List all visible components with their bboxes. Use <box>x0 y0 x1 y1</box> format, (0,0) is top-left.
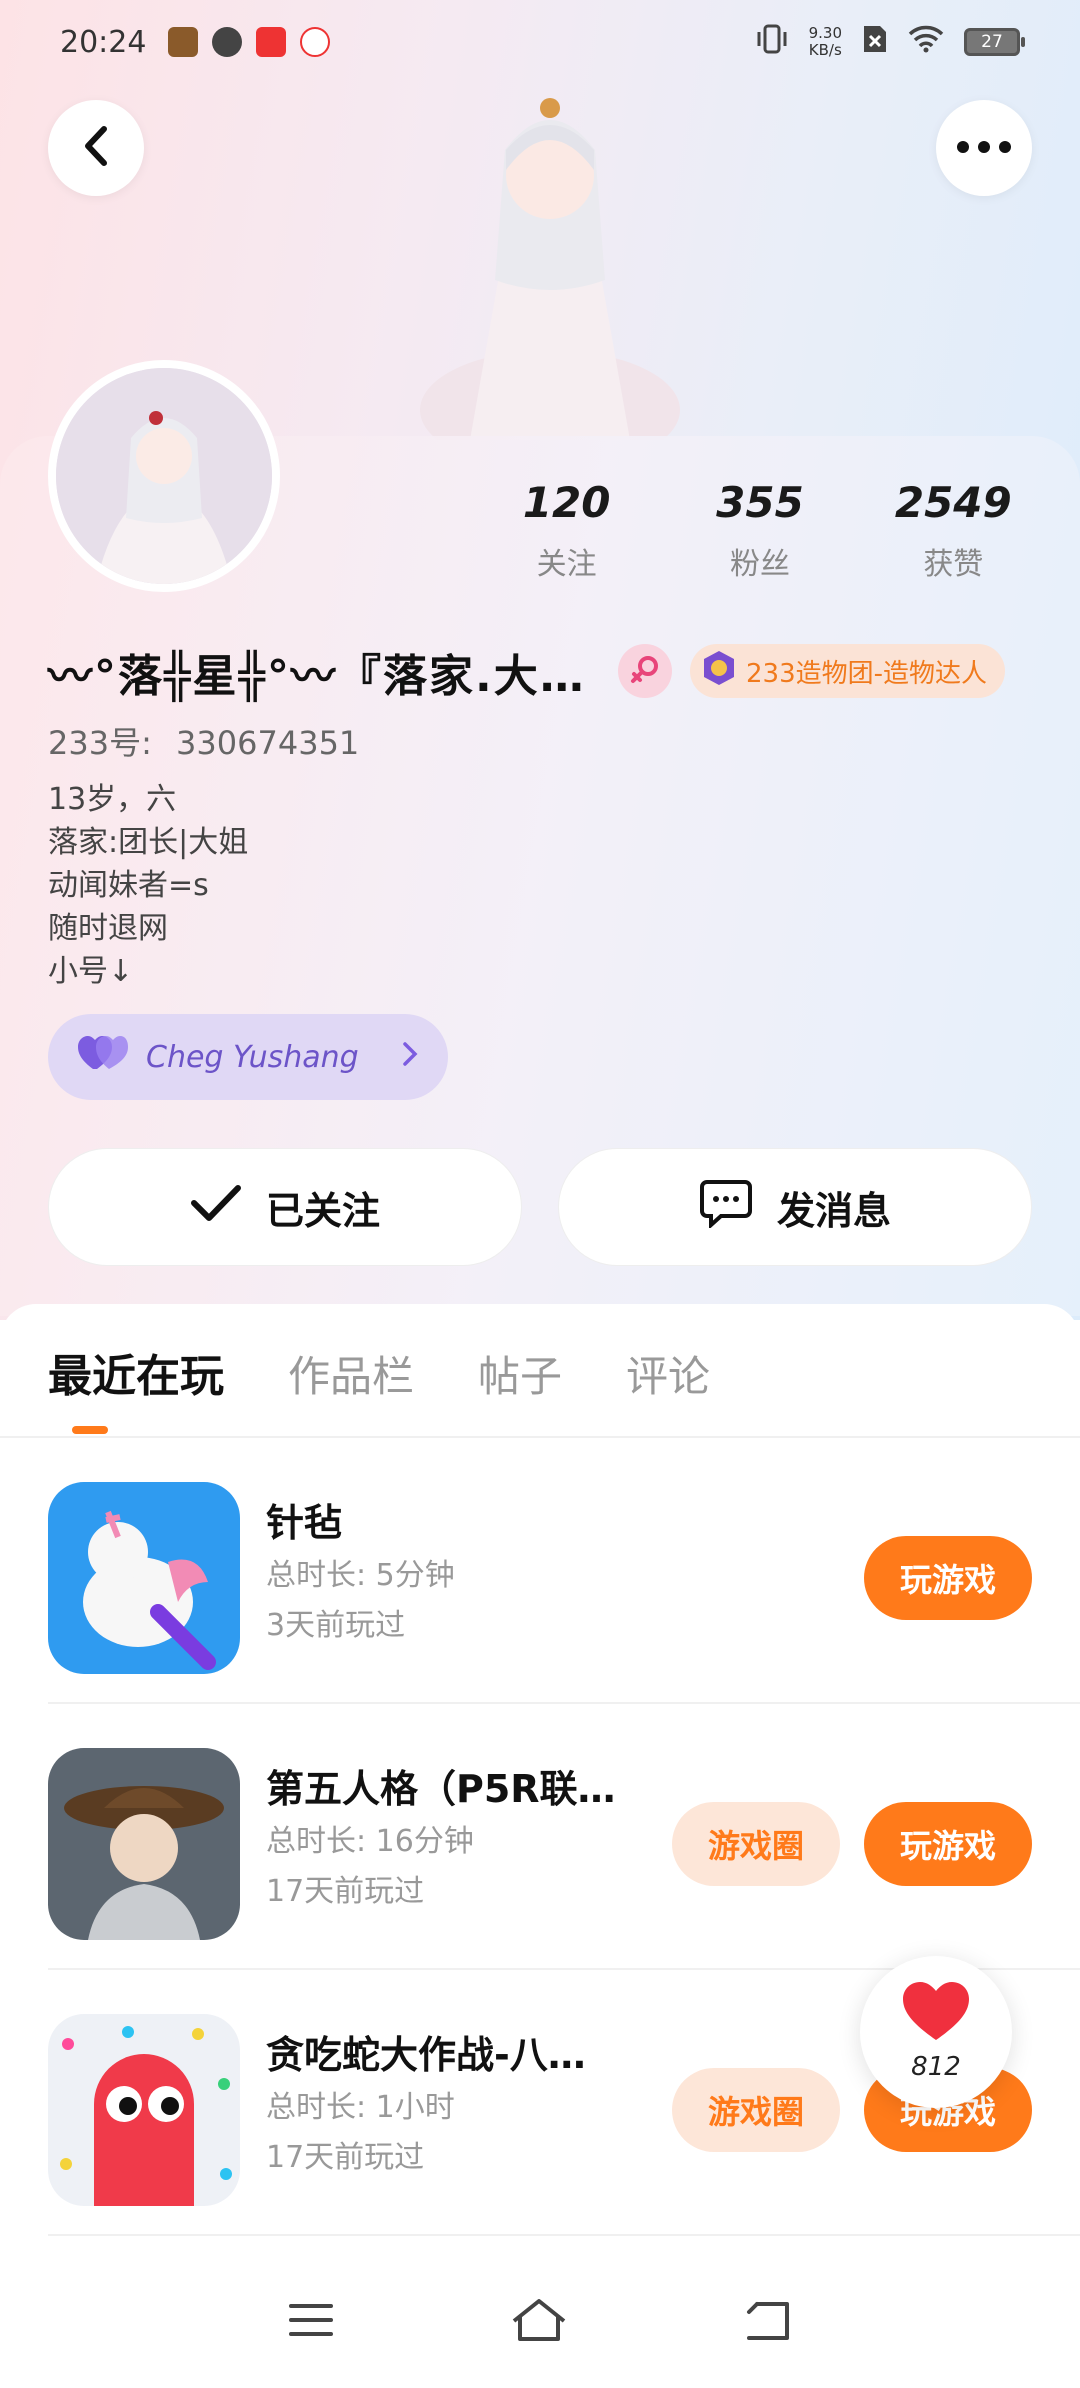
stat-likes[interactable]: 2549 获赞 <box>857 478 1050 583</box>
menu-icon[interactable] <box>287 2300 335 2344</box>
avatar[interactable] <box>48 360 280 592</box>
floating-like-button[interactable]: 812 <box>860 1956 1012 2108</box>
status-bar: 20:24 9.30 KB/s 27 <box>0 0 1080 84</box>
game-circle-button[interactable]: 游戏圈 <box>672 1802 840 1886</box>
follow-button[interactable]: 已关注 <box>48 1148 522 1266</box>
list-item[interactable]: 第五人格（P5R联… 总时长: 16分钟 17天前玩过 游戏圈 玩游戏 <box>0 1706 1080 1970</box>
news-app-icon <box>256 27 287 57</box>
list-item[interactable]: 针毡 总时长: 5分钟 3天前玩过 玩游戏 <box>0 1440 1080 1704</box>
game-icon-identity-v <box>48 1748 240 1940</box>
profile-stats: 120 关注 355 粉丝 2549 获赞 <box>470 478 1050 583</box>
back-nav-icon[interactable] <box>743 2298 793 2346</box>
notification-icons <box>168 27 331 57</box>
tab-recent-played[interactable]: 最近在玩 <box>48 1340 224 1404</box>
content-panel: 最近在玩 作品栏 帖子 评论 针毡 总时长: 5分钟 3天前玩过 玩游戏 第五人… <box>0 1304 1080 2304</box>
stat-value: 355 <box>716 478 804 527</box>
cp-relationship-button[interactable]: Cheg Yushang <box>48 1014 448 1100</box>
chevron-right-icon <box>402 1040 418 1075</box>
game-title: 贪吃蛇大作战-八… <box>266 2033 586 2077</box>
message-button-label: 发消息 <box>776 1188 891 1233</box>
tab-works[interactable]: 作品栏 <box>288 1343 414 1404</box>
more-dots-icon <box>956 139 1012 158</box>
tab-posts[interactable]: 帖子 <box>478 1343 562 1404</box>
net-speed-unit: KB/s <box>808 41 842 59</box>
stat-label: 粉丝 <box>729 547 790 582</box>
game-app-icon <box>168 27 199 57</box>
video-app-icon <box>212 27 243 57</box>
uid-value: 330674351 <box>176 724 360 762</box>
message-button[interactable]: 发消息 <box>558 1148 1032 1266</box>
tab-comments[interactable]: 评论 <box>626 1343 710 1404</box>
title-badge-text: 233造物团-造物达人 <box>746 658 988 689</box>
double-heart-icon <box>78 1035 128 1079</box>
active-tab-indicator <box>72 1426 108 1434</box>
system-nav-bar <box>0 2256 1080 2388</box>
title-badge[interactable]: 233造物团-造物达人 <box>690 644 1006 698</box>
like-count: 812 <box>911 2052 961 2082</box>
game-title: 第五人格（P5R联… <box>266 1767 616 1811</box>
game-title: 针毡 <box>266 1501 343 1545</box>
no-sim-icon <box>862 24 888 60</box>
home-icon[interactable] <box>510 2297 568 2347</box>
play-game-button[interactable]: 玩游戏 <box>864 1802 1032 1886</box>
game-icon-needle-felt <box>48 1482 240 1674</box>
game-icon-snake <box>48 2014 240 2206</box>
heart-icon <box>903 1982 969 2046</box>
chevron-left-icon <box>82 125 110 171</box>
stat-value: 2549 <box>894 478 1012 527</box>
cp-name: Cheg Yushang <box>146 1039 359 1075</box>
badge-medal-icon <box>700 649 738 694</box>
game-circle-button[interactable]: 游戏圈 <box>672 2068 840 2152</box>
status-right: 9.30 KB/s 27 <box>755 24 1025 60</box>
nickname: 〰°落╬星╬°〰『落家.大… <box>48 651 586 702</box>
bio-text: 13岁，六 落家:团长|大姐 动闻妹者=s 随时退网 小号↓ <box>48 782 249 989</box>
uid-label: 233号: <box>48 724 152 762</box>
more-button[interactable] <box>936 100 1032 196</box>
net-speed: 9.30 KB/s <box>809 25 842 59</box>
game-last-played: 3天前玩过 <box>266 1608 406 1643</box>
user-id: 233号: 330674351 <box>48 718 359 764</box>
profile-tabs: 最近在玩 作品栏 帖子 评论 <box>48 1340 710 1404</box>
stat-followers[interactable]: 355 粉丝 <box>663 478 856 583</box>
checkmark-icon <box>190 1183 242 1232</box>
back-button[interactable] <box>48 100 144 196</box>
stat-label: 关注 <box>536 547 597 582</box>
stat-value: 120 <box>522 478 611 527</box>
stat-following[interactable]: 120 关注 <box>470 478 663 583</box>
net-speed-value: 9.30 <box>808 24 842 42</box>
game-duration: 总时长: 1小时 <box>266 2090 455 2125</box>
tabs-divider <box>0 1436 1080 1438</box>
follow-button-label: 已关注 <box>265 1188 380 1233</box>
game-last-played: 17天前玩过 <box>266 2140 425 2175</box>
play-game-button[interactable]: 玩游戏 <box>864 1536 1032 1620</box>
divider <box>48 2234 1080 2236</box>
stat-label: 获赞 <box>923 547 984 582</box>
status-time: 20:24 <box>60 24 147 60</box>
game-last-played: 17天前玩过 <box>266 1874 425 1909</box>
chat-bubble-icon <box>699 1178 753 1237</box>
wifi-icon <box>908 25 944 59</box>
female-gender-icon <box>629 653 661 689</box>
battery-icon: 27 <box>964 28 1025 56</box>
map-app-icon <box>300 27 331 57</box>
vibrate-icon <box>755 24 789 60</box>
game-duration: 总时长: 16分钟 <box>266 1824 474 1859</box>
character-figure-image <box>400 80 700 470</box>
game-duration: 总时长: 5分钟 <box>266 1558 455 1593</box>
gender-badge <box>618 644 672 698</box>
divider <box>48 1702 1080 1704</box>
